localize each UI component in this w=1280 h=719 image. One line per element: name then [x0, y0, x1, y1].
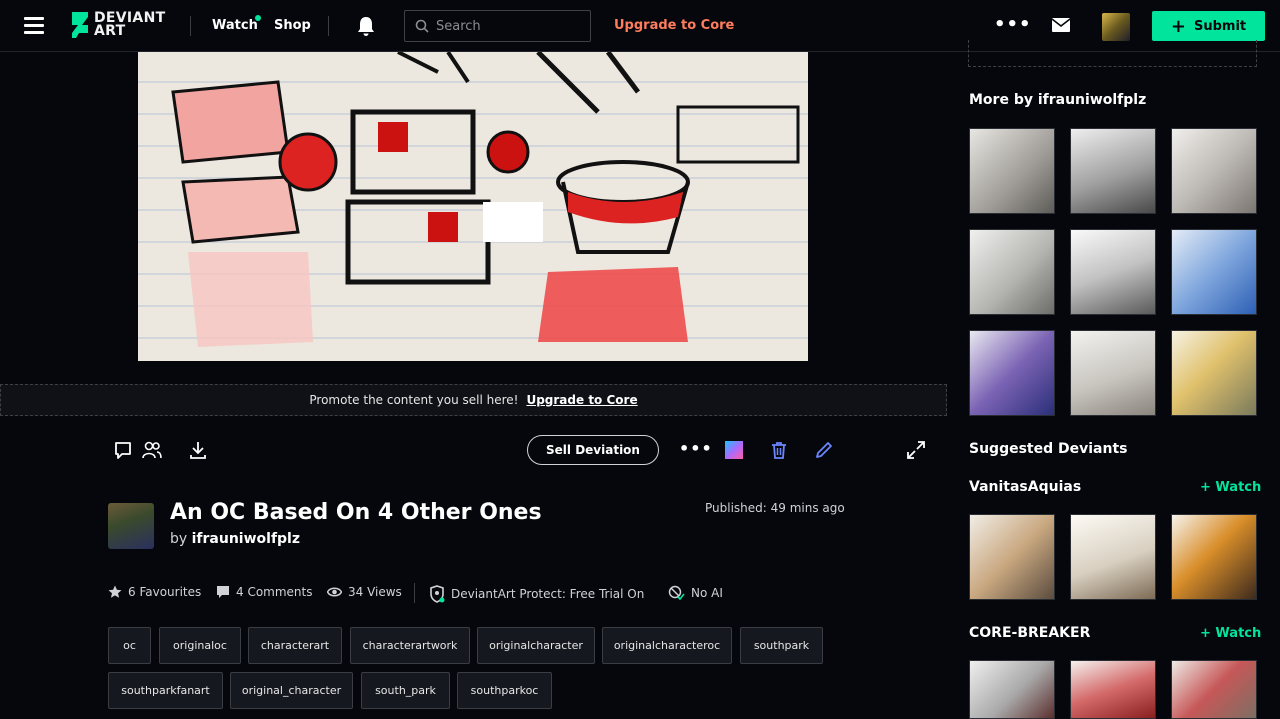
divider — [328, 16, 329, 36]
deviantart-logo-icon — [72, 12, 88, 38]
menu-icon[interactable] — [24, 17, 44, 35]
author-link[interactable]: ifrauniwolfplz — [192, 531, 300, 547]
comments-stat[interactable]: 4 Comments — [216, 585, 313, 599]
sell-deviation-button[interactable]: Sell Deviation — [527, 435, 659, 465]
bell-icon[interactable] — [357, 16, 375, 36]
gallery-thumbnail[interactable] — [1070, 229, 1156, 315]
notification-dot — [255, 15, 261, 21]
tag[interactable]: originalcharacter — [477, 627, 595, 664]
deviation-title: An OC Based On 4 Other Ones — [170, 500, 542, 525]
watchers-icon[interactable] — [142, 440, 162, 460]
watch-button[interactable]: + Watch — [1200, 626, 1261, 641]
plus-icon: + — [1200, 480, 1216, 495]
nav-watch[interactable]: Watch — [212, 18, 258, 33]
more-by-heading[interactable]: More by ifrauniwolfplz — [969, 92, 1146, 108]
mail-icon[interactable] — [1052, 18, 1070, 32]
search-icon — [415, 19, 429, 33]
deviantart-logo[interactable]: DEVIANT ART — [70, 10, 166, 39]
promo-upgrade-link[interactable]: Upgrade to Core — [526, 393, 637, 407]
suggested-thumbnail[interactable] — [1171, 660, 1257, 719]
gallery-thumbnail[interactable] — [969, 330, 1055, 416]
suggested-thumbnail[interactable] — [1070, 660, 1156, 719]
gallery-thumbnail[interactable] — [1070, 128, 1156, 214]
divider — [414, 583, 415, 603]
suggested-deviant-name[interactable]: CORE-BREAKER — [969, 625, 1090, 641]
published-time: Published: 49 mins ago — [705, 501, 845, 515]
favourites-stat[interactable]: 6 Favourites — [108, 585, 201, 599]
plus-icon: + — [1170, 15, 1186, 37]
no-ai-icon — [668, 585, 685, 601]
promo-banner: Promote the content you sell here! Upgra… — [0, 384, 947, 416]
tag[interactable]: characterartwork — [350, 627, 470, 664]
expand-icon[interactable] — [906, 440, 926, 460]
gallery-thumbnail[interactable] — [1070, 330, 1156, 416]
watch-button[interactable]: + Watch — [1200, 480, 1261, 495]
search-box[interactable]: Search — [404, 10, 591, 42]
suggested-deviant-name[interactable]: VanitasAquias — [969, 479, 1081, 495]
gallery-thumbnail[interactable] — [969, 229, 1055, 315]
submit-button[interactable]: + Submit — [1152, 11, 1265, 41]
tag[interactable]: originalcharacteroc — [602, 627, 732, 664]
logo-text: DEVIANT ART — [94, 10, 166, 39]
suggested-deviants-heading: Suggested Deviants — [969, 441, 1128, 457]
byline: by ifrauniwolfplz — [170, 531, 301, 547]
suggested-thumbnail[interactable] — [1171, 514, 1257, 600]
suggested-thumbnail[interactable] — [1070, 514, 1156, 600]
gallery-thumbnail[interactable] — [969, 128, 1055, 214]
plus-icon: + — [1200, 626, 1216, 641]
protect-stat[interactable]: DeviantArt Protect: Free Trial On — [429, 585, 644, 603]
tag[interactable]: originaloc — [159, 627, 241, 664]
comment-icon[interactable] — [113, 440, 133, 460]
author-avatar[interactable] — [108, 503, 154, 549]
suggested-thumbnail[interactable] — [969, 660, 1055, 719]
edit-pencil-icon[interactable] — [814, 440, 834, 460]
star-icon — [108, 585, 122, 598]
artwork-drawing — [138, 52, 808, 361]
tag[interactable]: original_character — [230, 672, 353, 709]
deviation-image[interactable] — [138, 52, 808, 361]
gallery-thumbnail[interactable] — [1171, 330, 1257, 416]
gallery-thumbnail[interactable] — [1171, 229, 1257, 315]
tag[interactable]: south_park — [361, 672, 450, 709]
promo-text: Promote the content you sell here! — [309, 393, 519, 407]
trash-icon[interactable] — [769, 440, 789, 460]
comment-bubble-icon — [217, 586, 229, 598]
download-icon[interactable] — [188, 440, 208, 460]
upgrade-link[interactable]: Upgrade to Core — [614, 18, 734, 33]
tag[interactable]: southparkoc — [457, 672, 552, 709]
shield-icon — [430, 585, 445, 603]
views-stat: 34 Views — [327, 585, 402, 599]
tag[interactable]: southparkfanart — [108, 672, 223, 709]
sidebar-ad-box — [968, 40, 1257, 67]
more-actions-button[interactable]: ••• — [679, 439, 713, 458]
divider — [190, 16, 191, 36]
eye-icon — [327, 587, 342, 597]
more-menu-button[interactable]: ••• — [994, 14, 1032, 35]
suggested-thumbnail[interactable] — [969, 514, 1055, 600]
tag[interactable]: characterart — [248, 627, 342, 664]
no-ai-stat[interactable]: No AI — [668, 585, 723, 601]
gallery-thumbnail[interactable] — [1171, 128, 1257, 214]
gallery-gradient-icon[interactable] — [724, 440, 744, 460]
tag[interactable]: southpark — [740, 627, 823, 664]
user-avatar[interactable] — [1102, 13, 1130, 41]
search-input[interactable]: Search — [436, 19, 481, 34]
tag[interactable]: oc — [108, 627, 151, 664]
nav-shop[interactable]: Shop — [274, 18, 311, 33]
